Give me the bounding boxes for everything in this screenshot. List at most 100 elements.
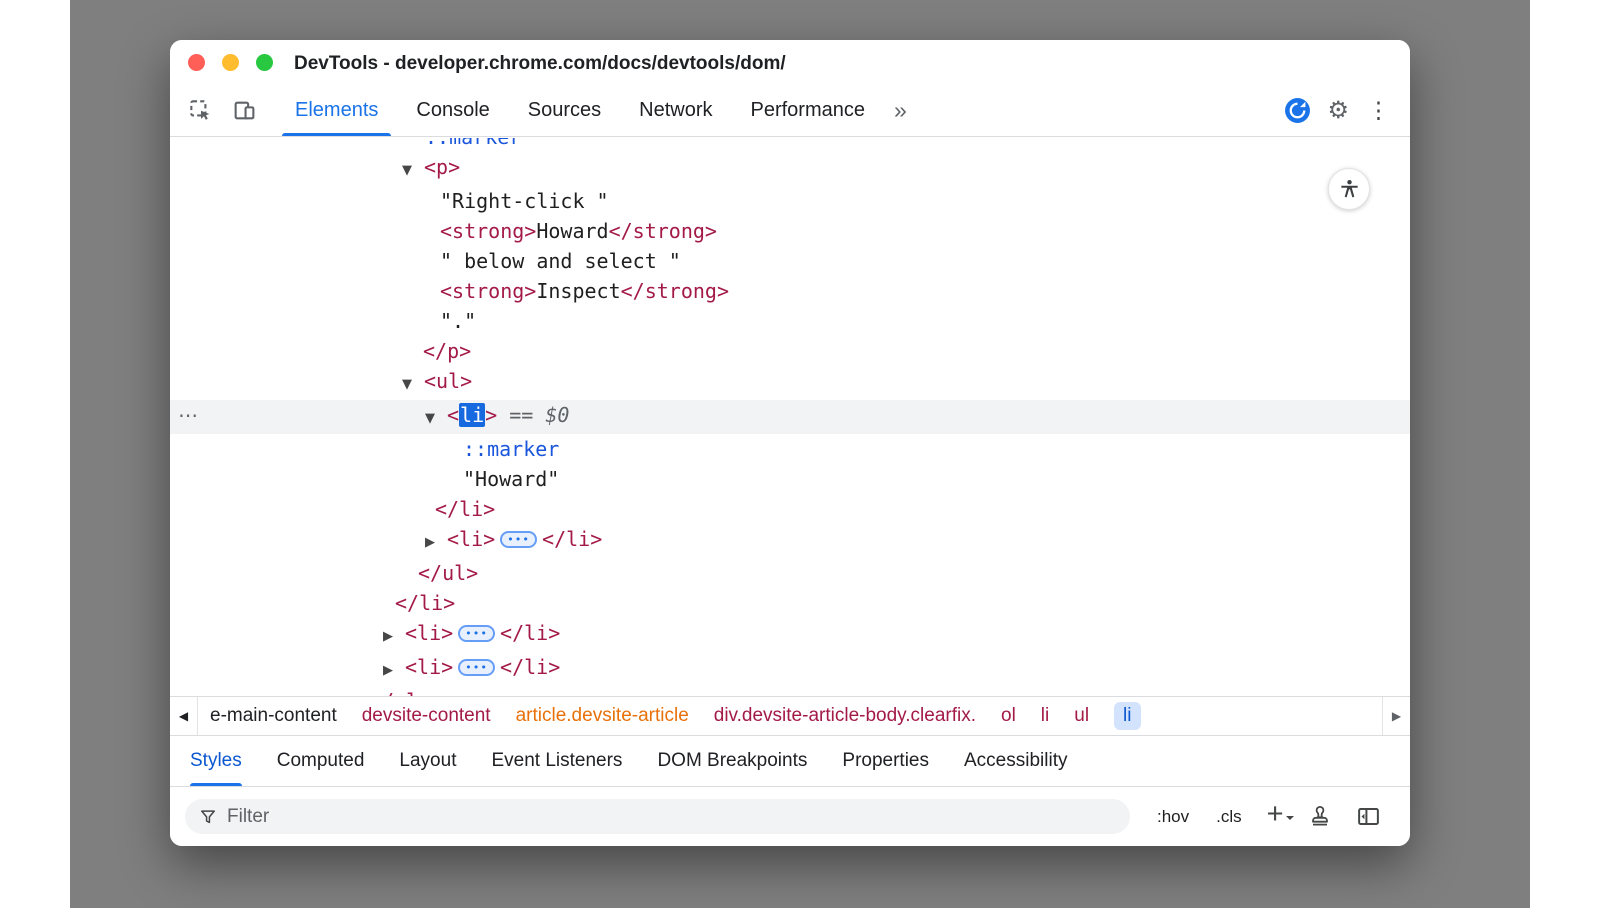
tab-sources[interactable]: Sources (509, 85, 620, 136)
tab-computed[interactable]: Computed (277, 736, 365, 786)
twisty-collapsed-icon[interactable]: ▶ (383, 656, 405, 686)
filter-input[interactable]: Filter (185, 799, 1130, 834)
tag-token: </ul> (418, 561, 478, 585)
pseudo-marker-token: ::marker (425, 138, 521, 149)
tree-line[interactable]: ::marker (170, 138, 1410, 152)
tree-line[interactable]: "." (170, 306, 1410, 336)
breadcrumb-item-selected[interactable]: li (1114, 702, 1140, 730)
tree-line[interactable]: </p> (170, 336, 1410, 366)
breadcrumb-item[interactable]: e-main-content (210, 705, 337, 727)
tag-token: </li> (435, 497, 495, 521)
tree-line[interactable]: ▶<li>•••</li> (170, 652, 1410, 686)
tree-line[interactable]: </ul> (170, 558, 1410, 588)
tree-line-selected[interactable]: ⋯▼<li> == $0 (170, 400, 1410, 434)
tree-line[interactable]: " below and select " (170, 246, 1410, 276)
tag-token: </p> (423, 339, 471, 363)
breadcrumb-items: e-main-content devsite-content article.dev… (198, 702, 1153, 730)
element-classes-button[interactable]: .cls (1216, 807, 1242, 827)
tree-line[interactable]: </li> (170, 588, 1410, 618)
tab-event-listeners[interactable]: Event Listeners (491, 736, 622, 786)
new-style-rule-button[interactable]: + (1267, 800, 1284, 829)
tree-line[interactable]: </ol> (170, 686, 1410, 696)
stamp-icon[interactable] (1308, 805, 1332, 829)
tag-token: <li> (447, 527, 495, 551)
breadcrumb-item[interactable]: ul (1074, 705, 1089, 727)
text-token: Howard (536, 219, 608, 243)
minimize-window-button[interactable] (222, 54, 239, 71)
tag-token: <li> (405, 621, 453, 645)
tag-token: <ul> (424, 369, 472, 393)
collapsed-content-button[interactable]: ••• (458, 659, 495, 676)
selected-tag-name: li (459, 403, 485, 427)
tab-layout[interactable]: Layout (399, 736, 456, 786)
tree-line[interactable]: <strong>Howard</strong> (170, 216, 1410, 246)
tag-token: </strong> (609, 219, 717, 243)
tab-dom-breakpoints[interactable]: DOM Breakpoints (657, 736, 807, 786)
breadcrumb-item[interactable]: div.devsite-article-body.clearfix. (714, 705, 976, 727)
filter-funnel-icon (198, 807, 218, 827)
accessibility-button[interactable] (1328, 168, 1370, 210)
tree-line[interactable]: ▶<li>•••</li> (170, 618, 1410, 652)
tab-performance[interactable]: Performance (732, 85, 885, 136)
breadcrumb-item[interactable]: li (1041, 705, 1049, 727)
toggle-element-state-button[interactable]: :hov (1157, 807, 1189, 827)
text-token: "." (440, 309, 476, 333)
collapsed-content-button[interactable]: ••• (500, 531, 537, 548)
collapsed-content-button[interactable]: ••• (458, 625, 495, 642)
tree-line[interactable]: "Howard" (170, 464, 1410, 494)
tree-line[interactable]: ▶<li>•••</li> (170, 524, 1410, 558)
breadcrumb-scroll-left-icon[interactable]: ◀ (170, 697, 198, 735)
tag-token: > (485, 403, 497, 427)
twisty-collapsed-icon[interactable]: ▶ (425, 528, 447, 558)
tag-token: </li> (500, 655, 560, 679)
text-token: "Right-click " (440, 189, 609, 213)
tag-token: <p> (424, 155, 460, 179)
accessibility-person-icon (1338, 178, 1361, 201)
twisty-expanded-icon[interactable]: ▼ (402, 156, 424, 186)
tag-token: </strong> (621, 279, 729, 303)
breadcrumb-item[interactable]: ol (1001, 705, 1016, 727)
tab-console[interactable]: Console (397, 85, 508, 136)
toggle-sidebar-icon[interactable] (1356, 804, 1381, 829)
screenshot-stage: DevTools - developer.chrome.com/docs/dev… (0, 0, 1600, 908)
tree-line[interactable]: <strong>Inspect</strong> (170, 276, 1410, 306)
close-window-button[interactable] (188, 54, 205, 71)
twisty-expanded-icon[interactable]: ▼ (402, 370, 424, 400)
equals-token: == (497, 403, 545, 427)
text-token: "Howard" (463, 467, 559, 491)
sync-circle-icon[interactable] (1281, 95, 1313, 127)
tree-line[interactable]: "Right-click " (170, 186, 1410, 216)
more-options-kebab-icon[interactable]: ⋮ (1363, 99, 1394, 122)
tag-token: <strong> (440, 279, 536, 303)
tab-properties[interactable]: Properties (842, 736, 929, 786)
tag-token: < (447, 403, 459, 427)
tab-styles[interactable]: Styles (190, 736, 242, 786)
breadcrumb-item[interactable]: article.devsite-article (516, 705, 689, 727)
pseudo-marker-token: ::marker (463, 437, 559, 461)
twisty-expanded-icon[interactable]: ▼ (425, 404, 447, 434)
filter-placeholder: Filter (227, 806, 269, 828)
tag-token: </ol> (370, 689, 430, 696)
tree-line[interactable]: ::marker (170, 434, 1410, 464)
breadcrumb-scroll-right-icon[interactable]: ▶ (1382, 697, 1410, 735)
tag-token: <strong> (440, 219, 536, 243)
tab-elements[interactable]: Elements (276, 85, 397, 136)
tab-accessibility[interactable]: Accessibility (964, 736, 1067, 786)
inspect-element-icon[interactable] (178, 89, 222, 133)
tree-line[interactable]: ▼<p> (170, 152, 1410, 186)
breadcrumb: ◀ e-main-content devsite-content article.d… (170, 696, 1410, 735)
tree-line[interactable]: ▼<ul> (170, 366, 1410, 400)
zoom-window-button[interactable] (256, 54, 273, 71)
tree-line[interactable]: </li> (170, 494, 1410, 524)
tag-token: </li> (395, 591, 455, 615)
toolbar-right-group: ⚙ ⋮ (1281, 95, 1410, 127)
device-toolbar-icon[interactable] (222, 89, 266, 133)
breadcrumb-item[interactable]: devsite-content (362, 705, 491, 727)
tab-network[interactable]: Network (620, 85, 731, 136)
more-tabs-chevron[interactable]: » (884, 97, 917, 124)
settings-gear-icon[interactable]: ⚙ (1327, 99, 1349, 123)
styles-tabs: Styles Computed Layout Event Listeners DOM B… (170, 735, 1410, 786)
twisty-collapsed-icon[interactable]: ▶ (383, 622, 405, 652)
dom-tree: ::marker▼<p>"Right-click "<strong>Howard… (170, 138, 1410, 696)
devtools-window: DevTools - developer.chrome.com/docs/dev… (170, 40, 1410, 846)
